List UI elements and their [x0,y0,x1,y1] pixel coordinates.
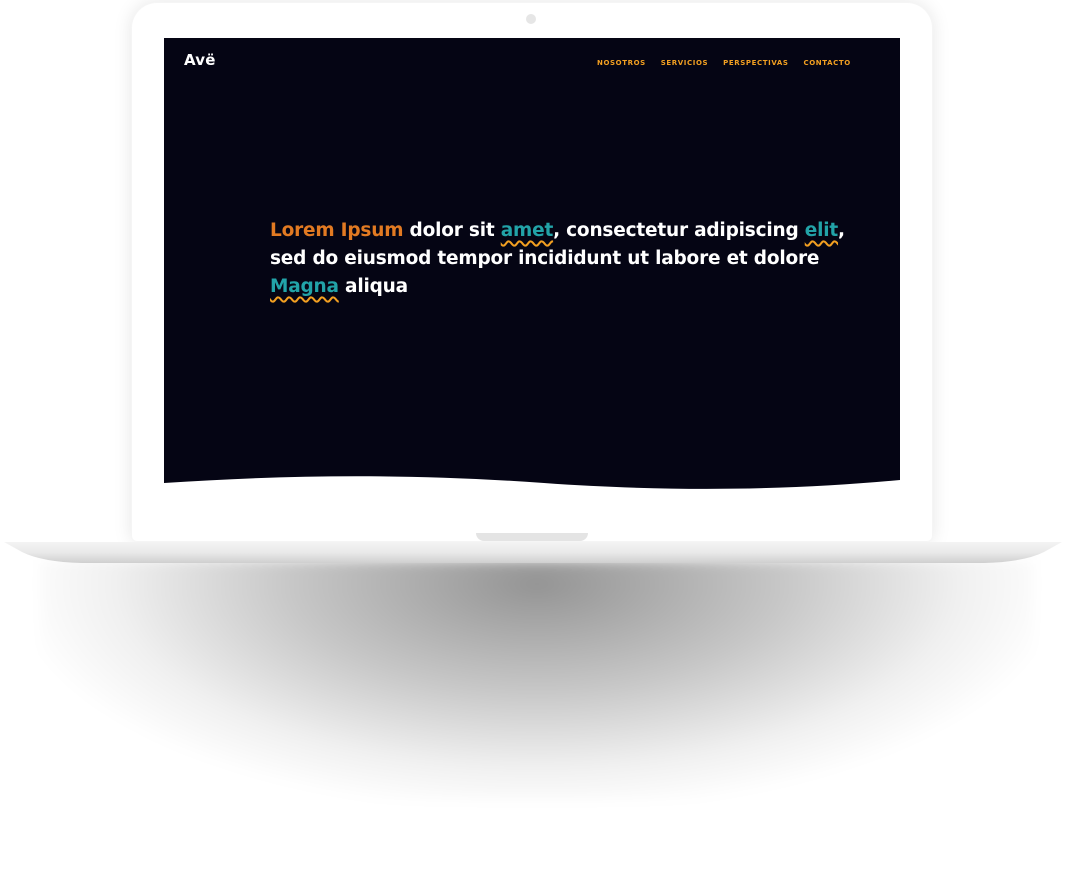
laptop-shadow [40,560,1034,800]
nav-item-servicios[interactable]: SERVICIOS [661,59,708,67]
hero-headline: Lorem Ipsum dolor sit amet, consectetur … [270,217,850,301]
main-nav: NOSOTROS SERVICIOS PERSPECTIVAS CONTACTO [597,59,851,67]
nav-item-nosotros[interactable]: NOSOTROS [597,59,646,67]
hero-text-segment: dolor sit [403,220,501,241]
site-logo[interactable]: Avë [184,51,216,69]
hero-highlight-amet: amet [500,220,554,241]
website-screen: Avë NOSOTROS SERVICIOS PERSPECTIVAS CONT… [164,38,900,497]
hero-text-segment: , consectetur adipiscing [553,220,805,241]
nav-item-contacto[interactable]: CONTACTO [804,59,851,67]
hero-text-segment: aliqua [338,276,408,297]
laptop-notch [476,533,588,541]
hero-highlight-elit: elit [804,220,839,241]
bottom-wave-divider [164,476,900,497]
mockup-stage: Avë NOSOTROS SERVICIOS PERSPECTIVAS CONT… [0,0,1074,887]
hero-highlight-magna: Magna [270,276,339,297]
nav-item-perspectivas[interactable]: PERSPECTIVAS [723,59,788,67]
webcam-icon [526,14,536,24]
laptop-base [4,542,1062,563]
hero-highlight-orange: Lorem Ipsum [270,220,404,241]
